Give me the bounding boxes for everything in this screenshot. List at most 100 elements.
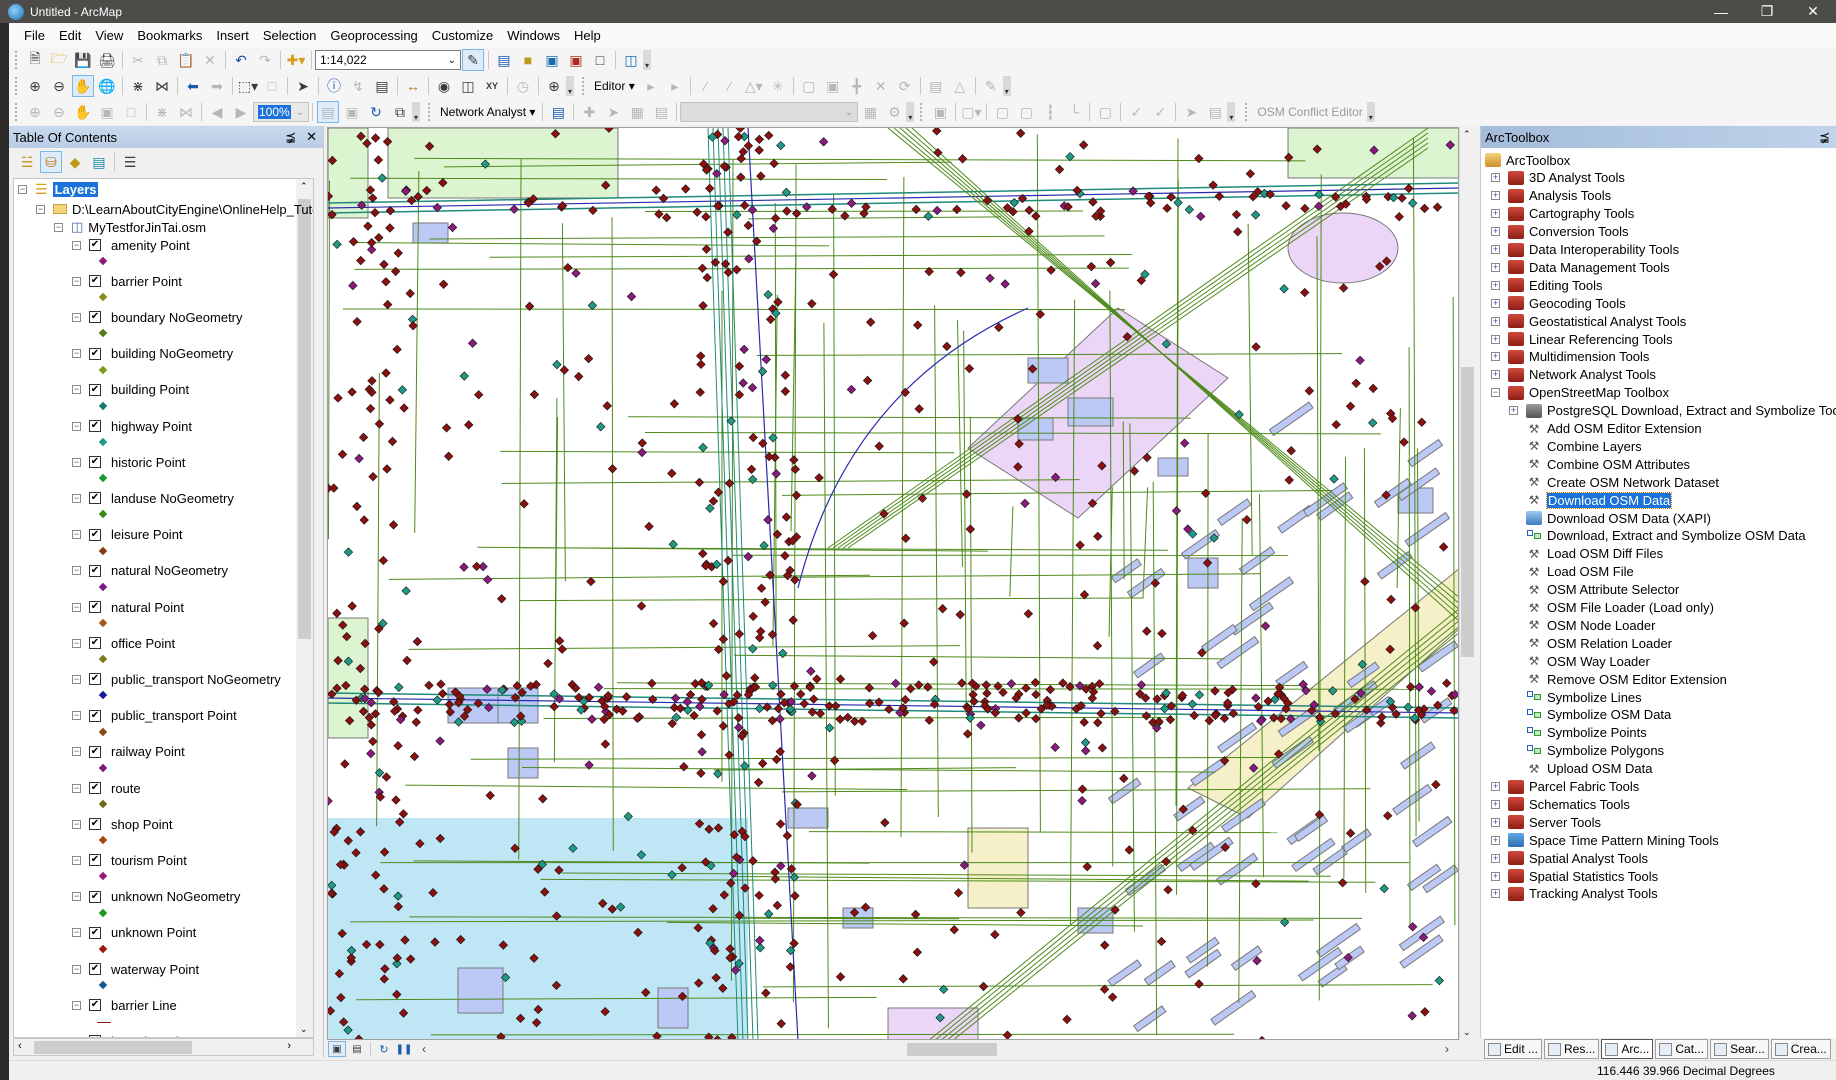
- add-data-icon[interactable]: ✚▾: [285, 49, 307, 71]
- menu-insert[interactable]: Insert: [209, 28, 256, 43]
- modify-edge-icon[interactable]: ▢: [1015, 101, 1037, 123]
- toc-layer-item[interactable]: − ✔ unknown Point: [72, 923, 196, 943]
- pause-drawing-icon[interactable]: ❚❚: [395, 1041, 413, 1057]
- new-document-icon[interactable]: 🗎: [24, 49, 46, 71]
- undo-icon[interactable]: ↶: [230, 49, 252, 71]
- toc-root-layers[interactable]: − ☰ Layers: [18, 179, 99, 199]
- toc-horizontal-scrollbar[interactable]: ‹ ›: [13, 1038, 314, 1056]
- full-extent-globe-icon[interactable]: 🌐: [96, 75, 118, 97]
- construction-tools-icon[interactable]: △▾: [743, 75, 765, 97]
- layer-visibility-checkbox[interactable]: ✔: [89, 709, 101, 722]
- html-popup-icon[interactable]: ▤: [371, 75, 393, 97]
- layer-visibility-checkbox[interactable]: ✔: [89, 782, 101, 794]
- toolbar-overflow-button[interactable]: ▾: [1227, 102, 1236, 122]
- layout-view-icon[interactable]: ▤: [348, 1041, 366, 1057]
- menu-bookmarks[interactable]: Bookmarks: [130, 28, 209, 43]
- close-button[interactable]: ✕: [1790, 0, 1836, 23]
- toolbar-grip[interactable]: [15, 51, 19, 69]
- next-extent-layout-icon[interactable]: ▶: [230, 101, 252, 123]
- collapse-icon[interactable]: −: [72, 964, 81, 974]
- editor-menu[interactable]: Editor ▾: [590, 79, 639, 93]
- expand-icon[interactable]: +: [1491, 352, 1500, 362]
- expand-icon[interactable]: +: [1491, 817, 1500, 827]
- list-by-source-icon[interactable]: ⛁: [40, 151, 62, 173]
- toolbar-overflow-button[interactable]: ▾: [906, 102, 915, 122]
- expand-icon[interactable]: +: [1509, 406, 1518, 416]
- expand-icon[interactable]: +: [1491, 853, 1500, 863]
- expand-icon[interactable]: +: [1491, 298, 1500, 308]
- error-inspector-icon[interactable]: ✓: [1149, 101, 1171, 123]
- validate-topology-icon[interactable]: ▢: [1094, 101, 1116, 123]
- collapse-icon[interactable]: −: [72, 240, 81, 250]
- menu-selection[interactable]: Selection: [256, 28, 323, 43]
- expand-icon[interactable]: +: [1491, 245, 1500, 254]
- minimize-button[interactable]: —: [1698, 0, 1744, 23]
- back-extent-icon[interactable]: ⬅: [182, 75, 204, 97]
- previous-extent-layout-icon[interactable]: ◀: [206, 101, 228, 123]
- collapse-icon[interactable]: −: [72, 711, 81, 721]
- go-to-xy-icon[interactable]: XY: [481, 75, 503, 97]
- dock-tab[interactable]: Edit ...: [1484, 1039, 1543, 1059]
- fixed-zoom-in-layout-icon[interactable]: ⋇: [151, 101, 173, 123]
- select-move-location-icon[interactable]: ➤: [602, 101, 624, 123]
- collapse-icon[interactable]: −: [72, 819, 81, 829]
- toc-layer-item[interactable]: − ✔ railway Point: [72, 742, 185, 762]
- toc-layer-item[interactable]: − ✔ landuse NoGeometry: [72, 488, 234, 508]
- menu-windows[interactable]: Windows: [500, 28, 567, 43]
- layout-zoom-in-icon[interactable]: ⊕: [24, 101, 46, 123]
- collapse-icon[interactable]: −: [18, 184, 27, 194]
- topology-edit-icon[interactable]: ▢: [991, 101, 1013, 123]
- fix-topology-error-icon[interactable]: ✓: [1125, 101, 1147, 123]
- find-route-icon[interactable]: ◫: [457, 75, 479, 97]
- attributes-icon[interactable]: ▤: [925, 75, 947, 97]
- toc-layer-item[interactable]: − ✔ building Point: [72, 380, 189, 400]
- layout-pan-icon[interactable]: ✋: [72, 101, 94, 123]
- toggle-draft-mode-icon[interactable]: ▤: [317, 101, 339, 123]
- collapse-icon[interactable]: −: [1491, 388, 1500, 398]
- zoom-in-icon[interactable]: ⊕: [24, 75, 46, 97]
- pin-icon[interactable]: ⪵: [285, 129, 296, 144]
- dock-tab[interactable]: Sear...: [1710, 1039, 1769, 1059]
- toc-layer-item[interactable]: − ✔ building NoGeometry: [72, 344, 233, 364]
- reshape-icon[interactable]: ▣: [822, 75, 844, 97]
- options-icon[interactable]: ☰: [119, 151, 141, 173]
- layer-visibility-checkbox[interactable]: ✔: [89, 383, 101, 396]
- toc-layer-item[interactable]: − ✔ shop Point: [72, 814, 172, 834]
- cut-icon[interactable]: ✂: [127, 49, 149, 71]
- expand-icon[interactable]: +: [1491, 799, 1500, 809]
- zoom-100-icon[interactable]: □: [120, 101, 142, 123]
- arctoolbox-icon[interactable]: ▣: [565, 49, 587, 71]
- fixed-zoom-in-icon[interactable]: ⋇: [127, 75, 149, 97]
- catalog-icon[interactable]: ■: [517, 49, 539, 71]
- data-driven-pages-icon[interactable]: ⧉: [389, 101, 411, 123]
- edit-vertices-icon[interactable]: ▢: [798, 75, 820, 97]
- show-shared-features-icon[interactable]: └: [1063, 101, 1085, 123]
- toc-layer-item[interactable]: − ✔ natural Point: [72, 597, 184, 617]
- solve-icon[interactable]: ▤: [650, 101, 672, 123]
- menu-geoprocessing[interactable]: Geoprocessing: [323, 28, 424, 43]
- layer-visibility-checkbox[interactable]: ✔: [89, 963, 101, 975]
- layer-visibility-checkbox[interactable]: ✔: [89, 275, 101, 288]
- trace-icon[interactable]: ∕: [719, 75, 741, 97]
- network-analyst-window-icon[interactable]: ▤: [547, 101, 569, 123]
- list-by-selection-icon[interactable]: ▤: [88, 151, 110, 173]
- expand-icon[interactable]: +: [1491, 835, 1500, 845]
- print-icon[interactable]: 🖨: [96, 49, 118, 71]
- dock-tab[interactable]: Cat...: [1655, 1039, 1709, 1059]
- delete-icon[interactable]: ✕: [199, 49, 221, 71]
- select-features-icon[interactable]: ⬚▾: [237, 75, 259, 97]
- toolbar-overflow-button[interactable]: ▾: [566, 76, 574, 96]
- toolbar-overflow-button[interactable]: ▾: [412, 102, 420, 122]
- list-by-visibility-icon[interactable]: ◆: [64, 151, 86, 173]
- expand-icon[interactable]: +: [1491, 173, 1500, 183]
- edit-tool-icon[interactable]: ▸: [640, 75, 662, 97]
- collapse-icon[interactable]: −: [72, 674, 81, 684]
- measure-icon[interactable]: ↔: [402, 75, 424, 97]
- map-display[interactable]: [327, 127, 1459, 1040]
- toc-layer-item[interactable]: − ✔ waterway Point: [72, 959, 199, 979]
- split-icon[interactable]: ✕: [870, 75, 892, 97]
- identify-icon[interactable]: ⓘ: [323, 75, 345, 97]
- edit-annotation-icon[interactable]: ▸: [664, 75, 686, 97]
- toc-layer-item[interactable]: − ✔ route: [72, 778, 141, 798]
- layer-visibility-checkbox[interactable]: ✔: [89, 239, 101, 251]
